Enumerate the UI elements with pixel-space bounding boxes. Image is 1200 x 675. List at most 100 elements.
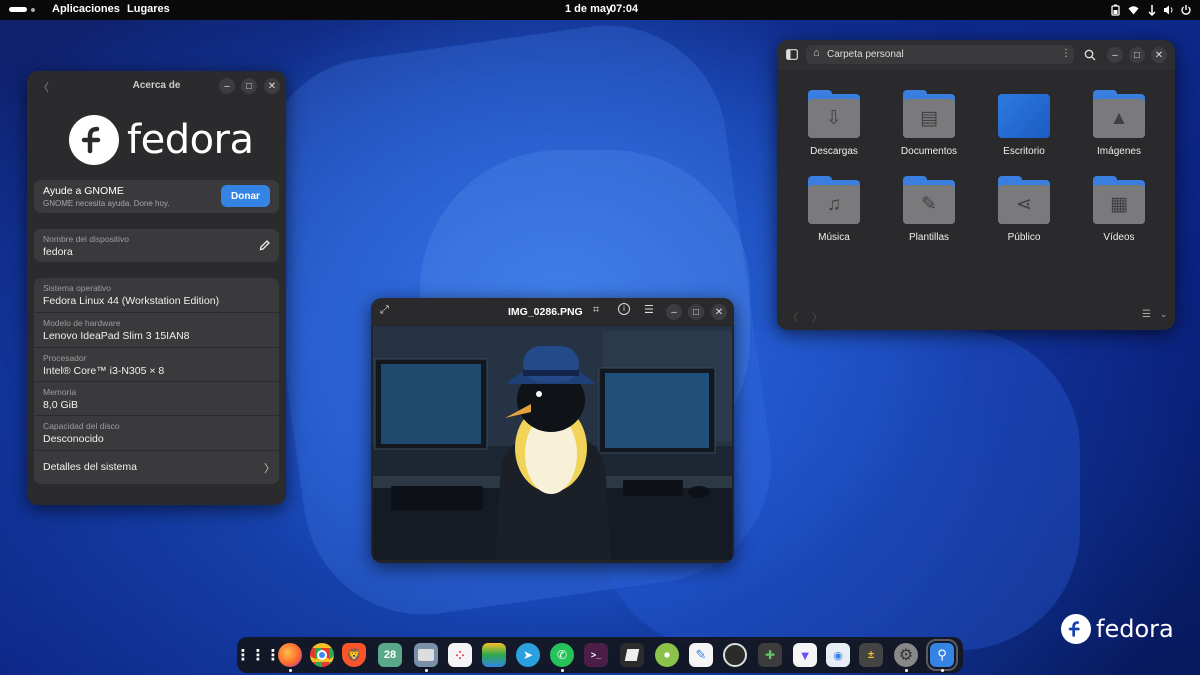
obs-icon[interactable] [723, 643, 747, 667]
info-value: Fedora Linux 44 (Workstation Edition) [43, 295, 220, 307]
telegram-icon[interactable]: ➤ [516, 643, 540, 667]
minimize-button[interactable]: – [219, 78, 235, 94]
edit-icon[interactable] [259, 240, 270, 251]
calendar-icon[interactable]: 28 [378, 643, 402, 667]
network-icon[interactable] [1147, 4, 1157, 16]
image-viewer-icon[interactable]: ⚲ [926, 639, 958, 671]
info-value: Lenovo IdeaPad Slim 3 15IAN8 [43, 330, 190, 342]
fedora-wordmark: fedora [1096, 615, 1174, 643]
folder-desktop[interactable]: Escritorio [984, 90, 1064, 157]
top-bar: Aplicaciones Lugares 1 de may 07:04 [0, 0, 1200, 20]
text-editor-icon[interactable]: ✎ [689, 643, 713, 667]
dark-app-icon[interactable] [620, 643, 644, 667]
fullscreen-icon[interactable]: ⤢ [380, 304, 389, 317]
image-title: IMG_0286.PNG [508, 306, 583, 318]
calculator-icon[interactable]: ± [859, 643, 883, 667]
info-label: Capacidad del disco [43, 421, 120, 431]
search-icon[interactable] [1084, 49, 1096, 61]
running-indicator [941, 669, 944, 672]
folder-label: Público [1007, 232, 1041, 243]
clock-time[interactable]: 07:04 [610, 3, 638, 15]
disc-icon[interactable] [655, 643, 679, 667]
close-button[interactable]: ✕ [711, 304, 727, 320]
toggle-settings-icon[interactable]: ◉ [826, 643, 850, 667]
folder-label: Música [818, 232, 850, 243]
system-details-label: Detalles del sistema [43, 461, 137, 473]
running-indicator [289, 669, 292, 672]
info-row-os: Sistema operativo Fedora Linux 44 (Works… [34, 278, 279, 312]
donate-button[interactable]: Donar [221, 185, 270, 207]
folder-templates[interactable]: ✎ Plantillas [889, 176, 969, 243]
list-view-icon[interactable]: ☰ [1142, 309, 1151, 320]
puzzle-icon[interactable]: ✚ [758, 643, 782, 667]
forward-icon[interactable]: 〉 [812, 309, 822, 324]
fedora-wordmark: fedora [127, 117, 254, 163]
clock-date[interactable]: 1 de may [565, 3, 612, 15]
menu-places[interactable]: Lugares [127, 3, 170, 15]
settings-gear-icon[interactable]: ⚙ [894, 643, 918, 667]
back-icon[interactable]: 〈 [788, 309, 798, 324]
folder-downloads[interactable]: ⇩ Descargas [794, 90, 874, 157]
desktop-fedora-logo: fedora [1061, 613, 1174, 645]
system-details-row[interactable]: Detalles del sistema 〉 [34, 451, 279, 484]
menu-icon[interactable]: ☰ [644, 303, 654, 316]
maximize-button[interactable]: □ [1129, 47, 1145, 63]
folder-label: Escritorio [1003, 146, 1045, 157]
minimize-button[interactable]: – [1107, 47, 1123, 63]
folder-documents[interactable]: ▤ Documentos [889, 90, 969, 157]
folder-icon: ✎ [903, 176, 955, 224]
info-label: Procesador [43, 353, 87, 363]
folder-pictures[interactable]: ▲ Imágenes [1079, 90, 1159, 157]
sidebar-toggle-icon[interactable] [786, 49, 798, 60]
firefox-icon[interactable] [278, 643, 302, 667]
folder-label: Documentos [900, 146, 958, 157]
info-row-hardware: Modelo de hardware Lenovo IdeaPad Slim 3… [34, 313, 279, 347]
folder-videos[interactable]: ▦ Vídeos [1079, 176, 1159, 243]
proton-vpn-icon[interactable]: ▼ [793, 643, 817, 667]
dock: ⋮⋮⋮ 🦁 28 ⁘ ➤ ✆ >_ ✎ ✚ ▼ ◉ ± ⚙ ⚲ [236, 637, 963, 673]
device-name-value: fedora [43, 246, 73, 258]
files-header: ⌂ Carpeta personal ⋮ – □ ✕ [777, 40, 1175, 70]
terminal-icon[interactable]: >_ [584, 643, 608, 667]
minimize-button[interactable]: – [666, 304, 682, 320]
maximize-button[interactable]: □ [241, 78, 257, 94]
brave-icon[interactable]: 🦁 [342, 643, 366, 667]
close-button[interactable]: ✕ [264, 78, 280, 94]
about-header: 〈 Acerca de – □ ✕ [27, 71, 286, 101]
workspace-dot[interactable] [31, 8, 35, 12]
menu-applications[interactable]: Aplicaciones [52, 3, 120, 15]
flathub-icon[interactable]: ⁘ [448, 643, 472, 667]
about-window: 〈 Acerca de – □ ✕ fedora Ayude a GNOME G… [27, 71, 286, 505]
app-grid-icon[interactable]: ⋮⋮⋮ [236, 643, 281, 667]
location-menu-icon[interactable]: ⋮ [1061, 48, 1071, 59]
files-icon[interactable] [414, 643, 438, 667]
layers-icon[interactable] [482, 643, 506, 667]
fedora-logo: fedora [69, 115, 254, 165]
device-name-label: Nombre del dispositivo [43, 234, 129, 244]
location-bar[interactable]: ⌂ Carpeta personal ⋮ [806, 45, 1074, 64]
home-icon: ⌂ [813, 47, 820, 59]
power-icon[interactable] [1180, 4, 1192, 16]
running-indicator [905, 669, 908, 672]
whatsapp-icon[interactable]: ✆ [550, 643, 574, 667]
volume-icon[interactable] [1163, 4, 1174, 16]
folder-public[interactable]: ⋖ Público [984, 176, 1064, 243]
info-row-disk: Capacidad del disco Desconocido [34, 416, 279, 450]
close-button[interactable]: ✕ [1151, 47, 1167, 63]
system-info-list: Sistema operativo Fedora Linux 44 (Works… [34, 278, 279, 484]
activities-indicator[interactable] [9, 7, 27, 12]
info-icon[interactable]: i [618, 303, 630, 315]
crop-icon[interactable]: ⌗ [593, 304, 599, 317]
device-name-row[interactable]: Nombre del dispositivo fedora [34, 229, 279, 262]
chevron-down-icon[interactable]: ⌄ [1160, 309, 1168, 320]
wifi-icon[interactable] [1128, 5, 1139, 15]
info-label: Modelo de hardware [43, 318, 121, 328]
gnome-subtitle: GNOME necesita ayuda. Done hoy. [43, 199, 170, 208]
battery-icon[interactable] [1111, 4, 1120, 16]
folder-music[interactable]: ♫ Música [794, 176, 874, 243]
maximize-button[interactable]: □ [688, 304, 704, 320]
folder-label: Vídeos [1103, 232, 1135, 243]
fedora-logo-icon [69, 115, 119, 165]
folder-icon: ⋖ [998, 176, 1050, 224]
chrome-icon[interactable] [310, 643, 334, 667]
